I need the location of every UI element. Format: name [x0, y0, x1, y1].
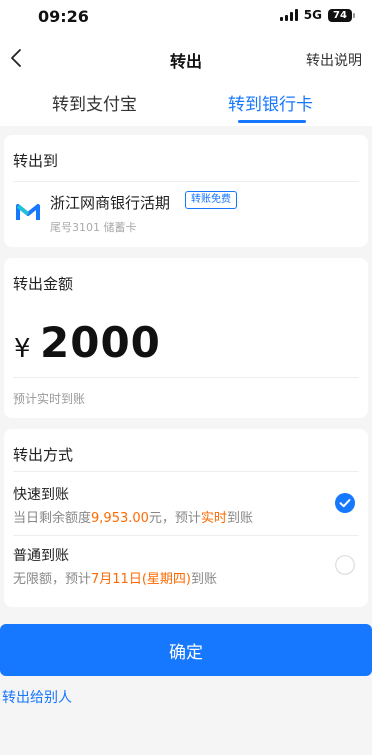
- nav-bar: 转出 转出说明: [0, 34, 372, 82]
- confirm-button[interactable]: 确定: [0, 624, 372, 676]
- tab-transfer-to-bank-card[interactable]: 转到银行卡: [228, 90, 313, 115]
- amount-card: 转出金额 ¥ 2000 预计实时到账: [4, 258, 368, 418]
- bank-logo-icon: [16, 204, 40, 220]
- destination-title: 转出到: [13, 152, 59, 170]
- desc-text: 到账: [226, 511, 253, 526]
- amount-input[interactable]: 2000: [40, 318, 161, 367]
- divider: [13, 181, 359, 182]
- arrival-time: 实时: [200, 511, 227, 526]
- battery-icon: 74: [328, 8, 355, 22]
- currency-symbol: ¥: [14, 334, 31, 364]
- help-link[interactable]: 转出说明: [306, 50, 362, 70]
- active-tab-indicator: [238, 120, 306, 123]
- status-indicators: 5G 74: [279, 8, 355, 22]
- amount-title: 转出金额: [13, 275, 74, 293]
- desc-text: 元，预计: [148, 511, 201, 526]
- divider: [13, 471, 359, 472]
- arrival-date: 7月11日(星期四): [91, 572, 191, 587]
- method-option-name: 快速到账: [13, 487, 69, 503]
- destination-card: 转出到 浙江网商银行活期 转账免费 尾号3101 储蓄卡: [4, 135, 368, 247]
- battery-level: 74: [333, 9, 347, 21]
- divider: [13, 535, 359, 536]
- network-type: 5G: [303, 8, 322, 22]
- arrival-hint: 预计实时到账: [13, 392, 86, 406]
- tab-bar: 转到支付宝 转到银行卡: [0, 82, 372, 126]
- free-transfer-badge: 转账免费: [185, 191, 237, 209]
- checked-icon[interactable]: [335, 493, 355, 513]
- remaining-quota: 9,953.00: [91, 511, 149, 526]
- unchecked-icon[interactable]: [335, 555, 355, 575]
- method-option-desc: 无限额，预计7月11日(星期四)到账: [13, 568, 217, 587]
- status-bar: 09:26 5G 74: [0, 0, 372, 34]
- desc-text: 到账: [190, 572, 217, 587]
- desc-text: 当日剩余额度: [13, 511, 92, 526]
- method-title: 转出方式: [13, 446, 74, 464]
- divider: [13, 377, 359, 378]
- method-option-desc: 当日剩余额度9,953.00元，预计实时到账: [13, 507, 253, 526]
- tab-transfer-to-alipay[interactable]: 转到支付宝: [52, 90, 137, 115]
- method-option-name: 普通到账: [13, 548, 69, 564]
- transfer-method-card: 转出方式 快速到账 当日剩余额度9,953.00元，预计实时到账 普通到账 无限…: [4, 429, 368, 607]
- bank-account-name[interactable]: 浙江网商银行活期: [50, 192, 170, 213]
- transfer-to-others-link[interactable]: 转出给别人: [2, 687, 72, 707]
- desc-text: 无限额，预计: [13, 572, 92, 587]
- signal-icon: [279, 9, 298, 21]
- status-time: 09:26: [38, 7, 89, 26]
- bank-account-detail: 尾号3101 储蓄卡: [50, 221, 137, 234]
